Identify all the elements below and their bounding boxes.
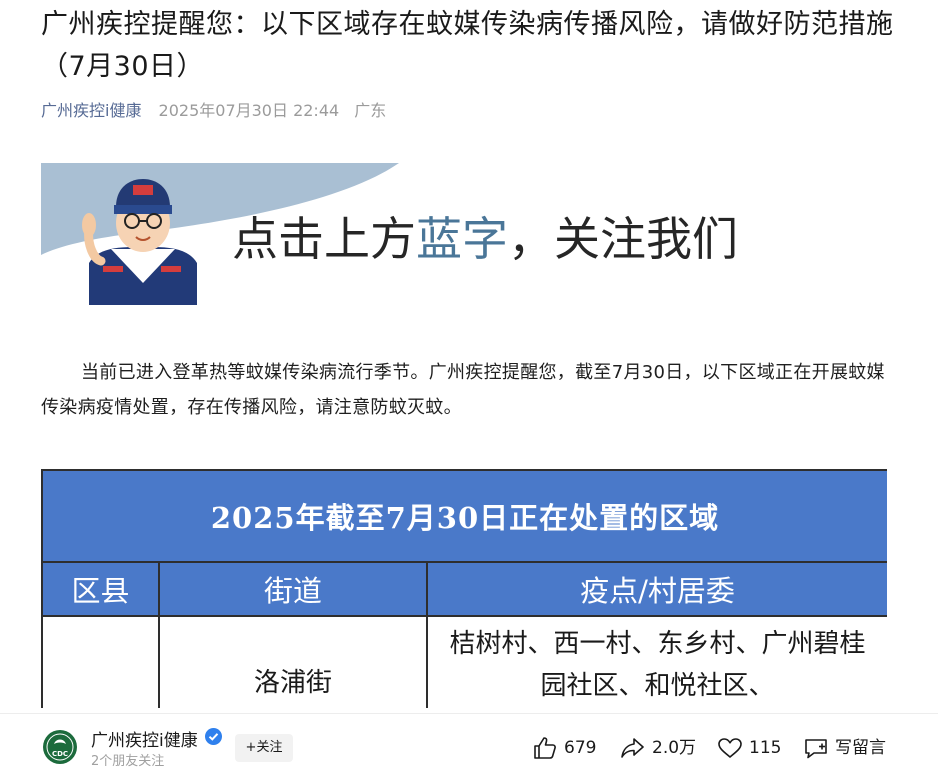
table-row: 洛浦街 桔树村、西一村、东乡村、广州碧桂园社区、和悦社区、 bbox=[41, 615, 887, 708]
column-header-street: 街道 bbox=[158, 561, 428, 617]
banner-text-after: ，关注我们 bbox=[508, 212, 738, 266]
zones-table: 2025年截至7月30日正在处置的区域 区县 街道 疫点/村居委 洛浦街 桔树村… bbox=[41, 469, 887, 708]
column-header-spots: 疫点/村居委 bbox=[425, 561, 887, 617]
cell-spots: 桔树村、西一村、东乡村、广州碧桂园社区、和悦社区、 bbox=[425, 615, 887, 708]
friends-following: 2个朋友关注 bbox=[91, 754, 165, 769]
publish-location: 广东 bbox=[354, 101, 387, 120]
like-count: 679 bbox=[564, 738, 597, 758]
column-header-district: 区县 bbox=[41, 561, 160, 617]
verified-icon bbox=[205, 728, 222, 745]
comment-label: 写留言 bbox=[835, 738, 886, 758]
account-name[interactable]: 广州疾控i健康 bbox=[91, 726, 198, 751]
cell-street: 洛浦街 bbox=[158, 615, 428, 708]
author-link[interactable]: 广州疾控i健康 bbox=[41, 101, 141, 120]
table-title: 2025年截至7月30日正在处置的区域 bbox=[41, 469, 887, 563]
zones-table-image: 2025年截至7月30日正在处置的区域 区县 街道 疫点/村居委 洛浦街 桔树村… bbox=[41, 469, 887, 708]
heart-icon bbox=[718, 738, 742, 758]
publish-date: 2025年07月30日 22:44 bbox=[158, 101, 340, 120]
article-meta: 广州疾控i健康 2025年07月30日 22:44 广东 bbox=[41, 99, 386, 123]
share-icon bbox=[621, 738, 644, 758]
account-avatar[interactable]: CDC bbox=[43, 730, 77, 764]
cell-district bbox=[41, 615, 160, 708]
share-count: 2.0万 bbox=[652, 738, 697, 758]
logo-text: CDC bbox=[52, 750, 68, 758]
follow-button[interactable]: +关注 bbox=[235, 734, 293, 762]
banner-text-highlight: 蓝字 bbox=[416, 212, 508, 266]
favorite-count: 115 bbox=[749, 738, 782, 758]
follow-banner[interactable]: 点击上方蓝字，关注我们 bbox=[41, 163, 822, 305]
article-title: 广州疾控提醒您：以下区域存在蚊媒传染病传播风险，请做好防范措施（7月30日） bbox=[41, 9, 894, 82]
comment-icon bbox=[805, 739, 827, 759]
cdc-logo-icon: CDC bbox=[44, 731, 76, 763]
banner-caption: 点击上方蓝字，关注我们 bbox=[232, 211, 738, 267]
thumbs-up-icon bbox=[534, 737, 556, 759]
article-paragraph: 当前已进入登革热等蚊媒传染病流行季节。广州疾控提醒您，截至7月30日，以下区域正… bbox=[41, 362, 885, 418]
bottom-action-bar: CDC 广州疾控i健康 2个朋友关注 +关注 679 2.0万 115 写留言 bbox=[0, 713, 938, 779]
banner-text-before: 点击上方 bbox=[232, 212, 416, 266]
